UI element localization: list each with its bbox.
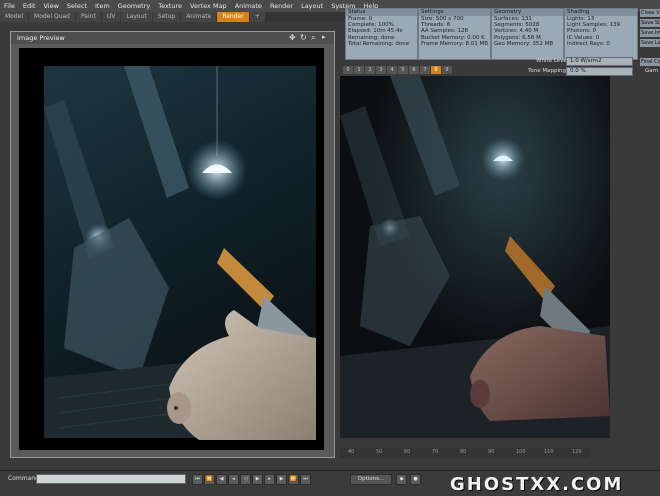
- settings-panel-title: Settings: [419, 9, 490, 16]
- ruler-tick: 50: [376, 449, 383, 455]
- buffer-tab[interactable]: 4: [387, 66, 397, 74]
- image-preview-window[interactable]: Image Preview ✥ ↻ ⌕ ▸: [10, 31, 335, 458]
- shading-panel: Shading Lights: 13 Light Samples: 139 Ph…: [564, 8, 638, 60]
- zoom-icon[interactable]: ⌕: [311, 33, 315, 43]
- record-icon[interactable]: ●: [410, 474, 421, 485]
- options-button[interactable]: Options...: [350, 474, 392, 485]
- buffer-tab[interactable]: 2: [365, 66, 375, 74]
- go-end-icon[interactable]: ⏭: [300, 474, 311, 485]
- ruler-tick: 90: [488, 449, 495, 455]
- prev-frame-icon[interactable]: ◀: [216, 474, 227, 485]
- move-icon[interactable]: ✥: [289, 33, 296, 42]
- menu-item[interactable]: Item: [91, 0, 114, 12]
- timeline-ruler[interactable]: 40 50 60 70 80 90 100 110 120: [340, 448, 590, 458]
- menu-arrow-icon[interactable]: ▸: [322, 33, 326, 41]
- preview-image: [44, 66, 316, 440]
- menu-file[interactable]: File: [0, 0, 19, 12]
- save-image-button[interactable]: Save Im: [640, 29, 660, 37]
- image-preview-titlebar[interactable]: Image Preview ✥ ↻ ⌕ ▸: [11, 32, 334, 44]
- tone-mapping-field[interactable]: 0.0 %: [566, 67, 633, 76]
- buffer-tab[interactable]: 0: [343, 66, 353, 74]
- tab-layout[interactable]: Layout: [121, 12, 152, 22]
- menu-render[interactable]: Render: [266, 0, 297, 12]
- menu-texture[interactable]: Texture: [154, 0, 186, 12]
- command-label: Command: [8, 475, 39, 482]
- render-viewport[interactable]: [340, 76, 610, 438]
- go-start-icon[interactable]: ⏮: [192, 474, 203, 485]
- key-icon[interactable]: ◆: [396, 474, 407, 485]
- buffer-tab[interactable]: 9: [442, 66, 452, 74]
- tab-add[interactable]: +: [249, 12, 265, 22]
- render-image: [340, 76, 610, 438]
- tab-model[interactable]: Model: [0, 12, 29, 22]
- menu-layout[interactable]: Layout: [297, 0, 327, 12]
- ruler-tick: 70: [432, 449, 439, 455]
- buffer-tab[interactable]: 7: [420, 66, 430, 74]
- ruler-tick: 80: [460, 449, 467, 455]
- step-back-icon[interactable]: ◂: [228, 474, 239, 485]
- save-layers-button[interactable]: Save Lay: [640, 39, 660, 47]
- menu-select[interactable]: Select: [63, 0, 91, 12]
- menu-animate[interactable]: Animate: [231, 0, 266, 12]
- tab-animate[interactable]: Animate: [181, 12, 217, 22]
- gamma-label: Gam: [645, 68, 658, 74]
- ruler-tick: 40: [348, 449, 355, 455]
- frame-buffer-tabs: 0123456789: [343, 66, 453, 75]
- settings-panel: Settings Size: 500 x 700 Threads: 8 AA S…: [418, 8, 491, 60]
- refresh-icon[interactable]: ↻: [300, 33, 307, 42]
- next-key-icon[interactable]: ⏩: [288, 474, 299, 485]
- menu-geometry[interactable]: Geometry: [114, 0, 154, 12]
- watermark-text: GHOSTXX.COM: [450, 474, 624, 495]
- shading-panel-title: Shading: [565, 9, 637, 16]
- ruler-tick: 60: [404, 449, 411, 455]
- buffer-tab[interactable]: 1: [354, 66, 364, 74]
- close-view-button[interactable]: Close V: [640, 9, 660, 17]
- final-color-button[interactable]: Final Co: [640, 58, 660, 66]
- white-level-label: White Level: [536, 58, 569, 64]
- white-level-field[interactable]: 1.0 W/srm2: [566, 57, 633, 66]
- play-icon[interactable]: ▶: [252, 474, 263, 485]
- prev-key-icon[interactable]: ⏪: [204, 474, 215, 485]
- buffer-tab[interactable]: 3: [376, 66, 386, 74]
- shading-line: Indirect Rays: 0: [567, 40, 610, 47]
- play-reverse-icon[interactable]: ◁: [240, 474, 251, 485]
- geometry-line: Geo Memory: 352 MB: [494, 40, 554, 47]
- tab-paint[interactable]: Paint: [75, 12, 101, 22]
- tab-uv[interactable]: UV: [101, 12, 121, 22]
- buffer-tab-active[interactable]: 8: [431, 66, 441, 74]
- tab-setup[interactable]: Setup: [152, 12, 181, 22]
- image-preview-title: Image Preview: [17, 34, 65, 42]
- ruler-tick: 110: [544, 449, 554, 455]
- status-panel: Status Frame: 0 Complete: 100% Elapsed: …: [345, 8, 418, 60]
- geometry-panel: Geometry Surfaces: 131 Segments: 5028 Ve…: [491, 8, 564, 60]
- step-forward-icon[interactable]: ▸: [264, 474, 275, 485]
- next-frame-icon[interactable]: ▶: [276, 474, 287, 485]
- status-panel-title: Status: [346, 9, 417, 16]
- menu-edit[interactable]: Edit: [19, 0, 40, 12]
- menu-view[interactable]: View: [39, 0, 62, 12]
- preview-canvas: [19, 48, 324, 450]
- tab-render[interactable]: Render: [217, 12, 249, 22]
- buffer-tab[interactable]: 5: [398, 66, 408, 74]
- tab-model-quad[interactable]: Model Quad: [29, 12, 75, 22]
- settings-line: Frame Memory: 8.01 MB: [421, 40, 488, 47]
- menu-vertex-map[interactable]: Vertex Map: [186, 0, 231, 12]
- ruler-tick: 100: [516, 449, 526, 455]
- geometry-panel-title: Geometry: [492, 9, 563, 16]
- ruler-tick: 120: [572, 449, 582, 455]
- status-line: Total Remaining: done: [348, 40, 410, 47]
- buffer-tab[interactable]: 6: [409, 66, 419, 74]
- save-state-button[interactable]: Save St: [640, 19, 660, 27]
- tone-mapping-label: Tone Mapping: [528, 68, 567, 74]
- command-input[interactable]: [36, 474, 186, 484]
- settings-line: Bucket Memory: 0.00 K: [421, 34, 485, 41]
